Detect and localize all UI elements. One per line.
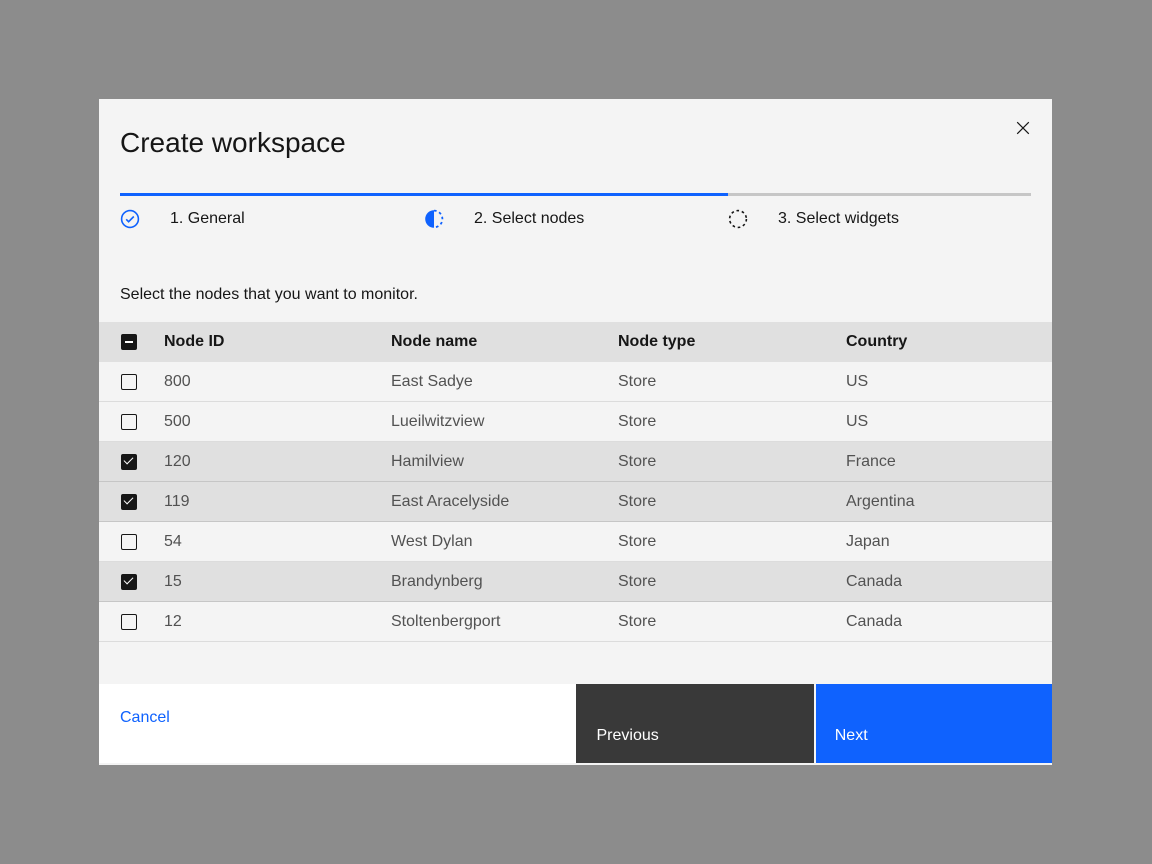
cell-country: Argentina [846,493,1052,511]
table-header-row: Node ID Node name Node type Country [99,322,1052,362]
table-row[interactable]: 15 Brandynberg Store Canada [99,562,1052,602]
cell-country: Japan [846,533,1052,551]
step-complete-icon [120,209,140,229]
cell-node-name: Lueilwitzview [391,413,618,431]
progress-track [120,193,1031,196]
cell-node-name: Stoltenbergport [391,613,618,631]
step-select-nodes[interactable]: 2. Select nodes [424,206,728,232]
cell-node-id: 12 [164,613,391,631]
column-header-node-name: Node name [391,333,618,351]
cell-node-id: 120 [164,453,391,471]
column-header-country: Country [846,333,1052,351]
table-body: 800 East Sadye Store US 500 Lueilwitzvie… [99,362,1052,642]
step-label: 1. General [170,209,245,229]
progress-steps: 1. General 2. Select nodes 3. Select wid… [120,206,1031,232]
cell-node-name: West Dylan [391,533,618,551]
row-checkbox-cell [99,414,164,430]
step-general[interactable]: 1. General [120,206,424,232]
table-row[interactable]: 119 East Aracelyside Store Argentina [99,482,1052,522]
row-checkbox-cell [99,454,164,470]
cell-node-type: Store [618,453,846,471]
cell-country: Canada [846,573,1052,591]
step-select-widgets[interactable]: 3. Select widgets [728,206,1031,232]
cell-node-name: Brandynberg [391,573,618,591]
row-checkbox[interactable] [121,534,137,550]
row-checkbox[interactable] [121,414,137,430]
next-button[interactable]: Next [814,684,1052,763]
cell-country: US [846,373,1052,391]
cell-node-name: East Sadye [391,373,618,391]
step-label: 2. Select nodes [474,209,584,229]
cell-node-id: 119 [164,493,391,511]
row-checkbox-cell [99,374,164,390]
create-workspace-modal: Create workspace 1. General [99,99,1052,765]
cell-node-id: 15 [164,573,391,591]
row-checkbox[interactable] [121,374,137,390]
modal-footer: Cancel Previous Next [99,684,1052,763]
cell-node-type: Store [618,413,846,431]
cell-node-name: East Aracelyside [391,493,618,511]
cell-node-id: 54 [164,533,391,551]
row-checkbox[interactable] [121,614,137,630]
step-upcoming-icon [728,209,748,229]
table-row[interactable]: 12 Stoltenbergport Store Canada [99,602,1052,642]
row-checkbox-cell [99,494,164,510]
cell-node-type: Store [618,533,846,551]
cell-node-type: Store [618,573,846,591]
cell-node-type: Store [618,493,846,511]
cell-node-type: Store [618,373,846,391]
page-title: Create workspace [120,125,1052,161]
progress-fill [120,193,728,196]
row-checkbox-cell [99,534,164,550]
select-all-checkbox[interactable] [121,334,137,350]
row-checkbox[interactable] [121,574,137,590]
previous-button[interactable]: Previous [576,684,814,763]
table-row[interactable]: 800 East Sadye Store US [99,362,1052,402]
nodes-table: Node ID Node name Node type Country 800 … [99,322,1052,642]
close-button[interactable] [1007,113,1039,145]
cell-country: France [846,453,1052,471]
close-icon [1014,119,1032,140]
row-checkbox-cell [99,574,164,590]
cell-node-type: Store [618,613,846,631]
modal-description: Select the nodes that you want to monito… [120,284,1052,306]
row-checkbox[interactable] [121,454,137,470]
column-header-node-id: Node ID [164,333,391,351]
select-all-cell [99,334,164,350]
cancel-button[interactable]: Cancel [120,709,170,727]
cancel-area: Cancel [99,684,576,763]
cell-node-id: 800 [164,373,391,391]
table-row[interactable]: 120 Hamilview Store France [99,442,1052,482]
cell-country: Canada [846,613,1052,631]
row-checkbox-cell [99,614,164,630]
progress-remaining [728,193,1031,196]
column-header-node-type: Node type [618,333,846,351]
step-current-icon [424,209,444,229]
modal-header: Create workspace [99,99,1052,161]
spacer [99,642,1052,684]
cell-node-id: 500 [164,413,391,431]
cell-node-name: Hamilview [391,453,618,471]
table-row[interactable]: 500 Lueilwitzview Store US [99,402,1052,442]
row-checkbox[interactable] [121,494,137,510]
table-row[interactable]: 54 West Dylan Store Japan [99,522,1052,562]
step-label: 3. Select widgets [778,209,899,229]
cell-country: US [846,413,1052,431]
